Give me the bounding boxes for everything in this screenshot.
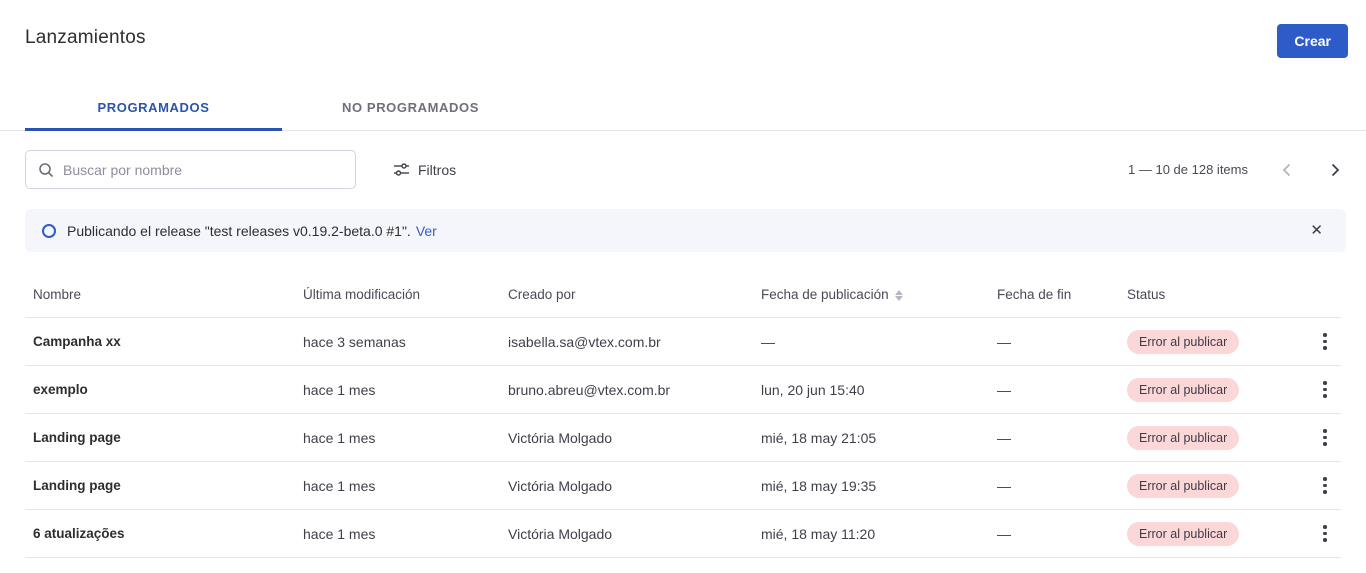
search-icon: [38, 162, 54, 178]
cell-fin: —: [997, 526, 1127, 542]
cell-creado: Victória Molgado: [508, 526, 761, 542]
cell-creado: Victória Molgado: [508, 430, 761, 446]
column-header-creado: Creado por: [508, 287, 761, 302]
kebab-icon: [1323, 333, 1327, 337]
pagination: 1 — 10 de 128 items: [1128, 157, 1346, 183]
table-row[interactable]: 6 atualizações hace 1 mes Victória Molga…: [25, 510, 1341, 558]
search-box[interactable]: [25, 150, 356, 189]
column-header-modificacion: Última modificación: [303, 287, 508, 302]
tab-no-programados[interactable]: NO PROGRAMADOS: [282, 88, 539, 131]
filters-button[interactable]: Filtros: [393, 162, 456, 178]
table-header-row: Nombre Última modificación Creado por Fe…: [25, 272, 1341, 318]
tab-programados[interactable]: PROGRAMADOS: [25, 88, 282, 131]
cell-nombre[interactable]: Campanha xx: [25, 334, 303, 349]
filter-icon: [393, 162, 410, 177]
column-header-publicacion[interactable]: Fecha de publicación: [761, 287, 997, 302]
create-button[interactable]: Crear: [1277, 24, 1348, 58]
page-title: Lanzamientos: [25, 24, 146, 49]
cell-nombre[interactable]: Landing page: [25, 430, 303, 445]
page-header: Lanzamientos Crear: [0, 0, 1366, 58]
search-input[interactable]: [63, 162, 343, 178]
toolbar: Filtros 1 — 10 de 128 items: [0, 131, 1366, 189]
status-badge: Error al publicar: [1127, 522, 1239, 546]
banner-message: Publicando el release "test releases v0.…: [67, 223, 411, 239]
row-menu-button[interactable]: [1309, 423, 1341, 452]
cell-publicacion: mié, 18 may 21:05: [761, 430, 997, 446]
prev-page-button[interactable]: [1276, 157, 1297, 183]
table-row[interactable]: Landing page hace 1 mes Victória Molgado…: [25, 414, 1341, 462]
kebab-icon: [1323, 381, 1327, 385]
row-menu-button[interactable]: [1309, 519, 1341, 548]
column-header-publicacion-label: Fecha de publicación: [761, 287, 889, 302]
cell-fin: —: [997, 334, 1127, 350]
cell-fin: —: [997, 382, 1127, 398]
close-icon: ✕: [1310, 222, 1323, 239]
spinner-icon: [42, 224, 56, 238]
column-header-status: Status: [1127, 287, 1301, 302]
cell-modificacion: hace 1 mes: [303, 526, 508, 542]
kebab-icon: [1323, 477, 1327, 481]
cell-nombre[interactable]: 6 atualizações: [25, 526, 303, 541]
banner-view-link[interactable]: Ver: [416, 223, 437, 239]
cell-nombre[interactable]: exemplo: [25, 382, 303, 397]
table-row[interactable]: exemplo hace 1 mes bruno.abreu@vtex.com.…: [25, 366, 1341, 414]
status-badge: Error al publicar: [1127, 426, 1239, 450]
column-header-fin: Fecha de fin: [997, 287, 1127, 302]
row-menu-button[interactable]: [1309, 375, 1341, 404]
tab-bar: PROGRAMADOS NO PROGRAMADOS: [0, 88, 1366, 131]
column-header-nombre: Nombre: [25, 287, 303, 302]
cell-nombre[interactable]: Landing page: [25, 478, 303, 493]
cell-modificacion: hace 1 mes: [303, 430, 508, 446]
cell-modificacion: hace 3 semanas: [303, 334, 508, 350]
row-menu-button[interactable]: [1309, 327, 1341, 356]
cell-publicacion: mié, 18 may 19:35: [761, 478, 997, 494]
publishing-banner: Publicando el release "test releases v0.…: [25, 209, 1346, 252]
cell-publicacion: mié, 18 may 11:20: [761, 526, 997, 542]
cell-modificacion: hace 1 mes: [303, 382, 508, 398]
status-badge: Error al publicar: [1127, 330, 1239, 354]
next-page-button[interactable]: [1325, 157, 1346, 183]
chevron-left-icon: [1282, 163, 1291, 177]
cell-publicacion: —: [761, 334, 997, 350]
releases-table: Nombre Última modificación Creado por Fe…: [25, 272, 1341, 558]
cell-creado: isabella.sa@vtex.com.br: [508, 334, 761, 350]
cell-modificacion: hace 1 mes: [303, 478, 508, 494]
releases-page: Lanzamientos Crear PROGRAMADOS NO PROGRA…: [0, 0, 1366, 573]
row-menu-button[interactable]: [1309, 471, 1341, 500]
cell-creado: Victória Molgado: [508, 478, 761, 494]
status-badge: Error al publicar: [1127, 474, 1239, 498]
pagination-range: 1 — 10 de 128 items: [1128, 162, 1248, 177]
chevron-right-icon: [1331, 163, 1340, 177]
banner-close-button[interactable]: ✕: [1304, 219, 1329, 242]
cell-creado: bruno.abreu@vtex.com.br: [508, 382, 761, 398]
kebab-icon: [1323, 525, 1327, 529]
kebab-icon: [1323, 429, 1327, 433]
cell-publicacion: lun, 20 jun 15:40: [761, 382, 997, 398]
sort-icon[interactable]: [895, 290, 903, 301]
status-badge: Error al publicar: [1127, 378, 1239, 402]
table-row[interactable]: Landing page hace 1 mes Victória Molgado…: [25, 462, 1341, 510]
cell-fin: —: [997, 478, 1127, 494]
filters-label: Filtros: [418, 162, 456, 178]
table-row[interactable]: Campanha xx hace 3 semanas isabella.sa@v…: [25, 318, 1341, 366]
cell-fin: —: [997, 430, 1127, 446]
